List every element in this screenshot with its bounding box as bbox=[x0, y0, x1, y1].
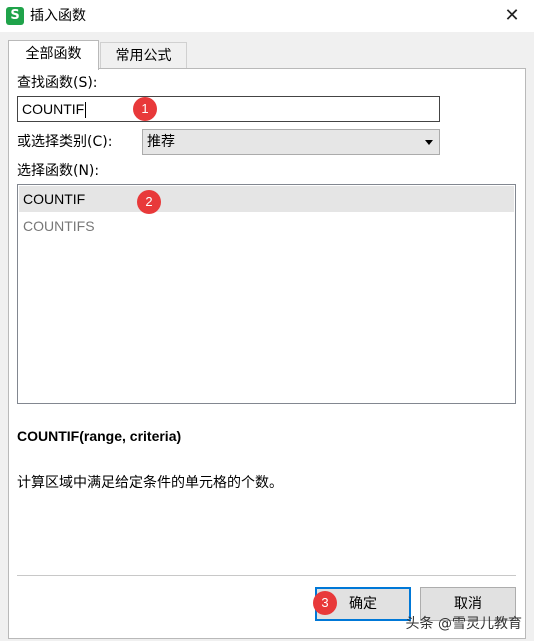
function-description: 计算区域中满足给定条件的单元格的个数。 bbox=[17, 475, 283, 491]
watermark: 头条 @雪灵儿教育 bbox=[405, 616, 522, 632]
dialog-body: 全部函数 常用公式 查找函数(S): COUNTIF 或选择类别(C): 推荐 … bbox=[0, 32, 534, 641]
step-badge-2: 2 bbox=[137, 190, 161, 214]
category-label: 或选择类别(C): bbox=[17, 134, 113, 150]
step-badge-3: 3 bbox=[313, 591, 337, 615]
tab-panel: 查找函数(S): COUNTIF 或选择类别(C): 推荐 选择函数(N): C… bbox=[8, 68, 526, 639]
tab-common-formulas[interactable]: 常用公式 bbox=[100, 42, 187, 70]
search-label: 查找函数(S): bbox=[17, 75, 98, 91]
divider bbox=[17, 575, 516, 576]
close-icon[interactable]: ✕ bbox=[498, 2, 526, 30]
title-bar: S 插入函数 ✕ bbox=[0, 0, 534, 32]
step-badge-1: 1 bbox=[133, 97, 157, 121]
dialog-title: 插入函数 bbox=[30, 8, 86, 24]
wps-app-icon: S bbox=[6, 7, 24, 25]
tab-all-functions[interactable]: 全部函数 bbox=[8, 40, 99, 70]
list-item[interactable]: COUNTIF bbox=[19, 186, 514, 212]
list-item[interactable]: COUNTIFS bbox=[19, 213, 514, 239]
function-signature: COUNTIF(range, criteria) bbox=[17, 428, 182, 444]
function-listbox[interactable]: COUNTIF COUNTIFS bbox=[17, 184, 516, 404]
search-input-value: COUNTIF bbox=[22, 101, 85, 117]
chevron-down-icon bbox=[425, 140, 433, 145]
text-caret bbox=[85, 102, 87, 119]
category-select[interactable]: 推荐 bbox=[142, 129, 440, 155]
function-list-label: 选择函数(N): bbox=[17, 163, 100, 179]
search-input[interactable]: COUNTIF bbox=[17, 96, 440, 122]
category-selected-value: 推荐 bbox=[147, 134, 175, 150]
